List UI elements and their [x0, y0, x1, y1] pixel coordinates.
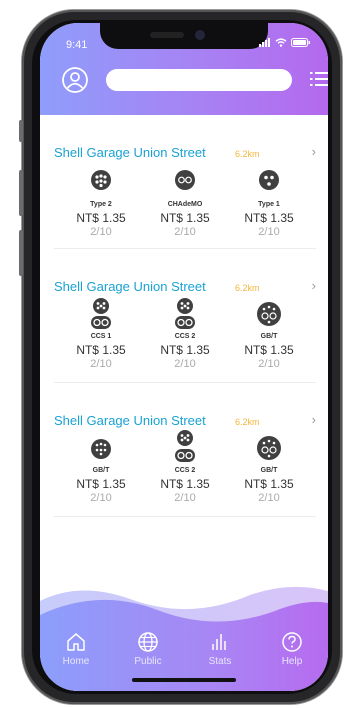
- type1-connector-icon: [259, 170, 279, 190]
- tab-label: Public: [134, 656, 162, 667]
- connector-item[interactable]: CCS 1 NT$ 1.35 2/10: [66, 297, 136, 370]
- speaker-grill: [150, 32, 184, 38]
- chademo-connector-icon: [175, 170, 195, 190]
- connector-item[interactable]: CCS 2 NT$ 1.35 2/10: [150, 297, 220, 370]
- tab-help[interactable]: Help: [262, 631, 322, 667]
- station-card[interactable]: Shell Garage Union Street 6.2km › CCS 1 …: [54, 249, 316, 383]
- connector-availability: 2/10: [90, 226, 112, 238]
- connector-type: GB/T: [260, 333, 278, 340]
- station-name[interactable]: Shell Garage Union Street: [54, 413, 206, 428]
- status-time: 9:41: [66, 39, 88, 51]
- search-input[interactable]: [106, 69, 292, 91]
- station-name[interactable]: Shell Garage Union Street: [54, 145, 206, 160]
- connector-price: NT$ 1.35: [244, 343, 294, 357]
- connector-price: NT$ 1.35: [76, 477, 126, 491]
- connector-availability: 2/10: [258, 226, 280, 238]
- station-card[interactable]: Shell Garage Union Street 6.2km › Type 2…: [54, 115, 316, 249]
- user-profile-icon[interactable]: [62, 67, 88, 93]
- gbt-connector-icon: [91, 439, 111, 459]
- bottom-nav-area: Home Public Stats Help: [40, 581, 328, 691]
- connector-price: NT$ 1.35: [76, 343, 126, 357]
- status-icons: [259, 38, 310, 47]
- connector-availability: 2/10: [174, 358, 196, 370]
- chevron-right-icon[interactable]: ›: [312, 144, 316, 159]
- connector-type: CCS 1: [90, 333, 112, 340]
- connector-price: NT$ 1.35: [244, 477, 294, 491]
- connector-item[interactable]: Type 1 NT$ 1.35 2/10: [234, 169, 304, 238]
- connector-type: Type 1: [258, 201, 280, 208]
- connector-availability: 2/10: [90, 492, 112, 504]
- chevron-right-icon[interactable]: ›: [312, 412, 316, 427]
- connector-availability: 2/10: [174, 492, 196, 504]
- ccs-connector-icon: [91, 298, 111, 329]
- connector-price: NT$ 1.35: [160, 343, 210, 357]
- connector-item[interactable]: GB/T NT$ 1.35 2/10: [66, 433, 136, 504]
- type2-connector-icon: [91, 170, 111, 190]
- app-header: 9:41: [40, 23, 328, 115]
- home-icon: [67, 633, 85, 651]
- station-distance: 6.2km: [235, 417, 260, 427]
- tab-label: Help: [281, 656, 303, 667]
- station-card[interactable]: Shell Garage Union Street 6.2km › GB/T N…: [54, 383, 316, 517]
- ccs-connector-icon: [175, 298, 195, 329]
- signal-icon: [259, 38, 270, 47]
- globe-icon: [138, 632, 158, 652]
- station-distance: 6.2km: [235, 283, 260, 293]
- connector-availability: 2/10: [90, 358, 112, 370]
- home-indicator[interactable]: [132, 678, 236, 682]
- volume-down-button: [19, 230, 23, 276]
- connector-price: NT$ 1.35: [160, 211, 210, 225]
- tab-home[interactable]: Home: [46, 631, 106, 667]
- help-icon: [282, 632, 302, 652]
- tab-public[interactable]: Public: [118, 631, 178, 667]
- connector-availability: 2/10: [258, 492, 280, 504]
- connector-price: NT$ 1.35: [244, 211, 294, 225]
- connector-type: CCS 2: [174, 333, 196, 340]
- chevron-right-icon[interactable]: ›: [312, 278, 316, 293]
- tab-label: Stats: [208, 656, 232, 667]
- connector-item[interactable]: CCS 2 NT$ 1.35 2/10: [150, 429, 220, 504]
- connector-item[interactable]: Type 2 NT$ 1.35 2/10: [66, 169, 136, 238]
- stats-icon: [212, 634, 226, 650]
- volume-up-button: [19, 170, 23, 216]
- connector-price: NT$ 1.35: [160, 477, 210, 491]
- station-distance: 6.2km: [235, 149, 260, 159]
- connector-item[interactable]: GB/T NT$ 1.35 2/10: [234, 431, 304, 504]
- station-name[interactable]: Shell Garage Union Street: [54, 279, 206, 294]
- connector-item[interactable]: CHAdeMO NT$ 1.35 2/10: [150, 169, 220, 238]
- connector-type: CCS 2: [174, 467, 196, 474]
- front-camera: [195, 30, 205, 40]
- connector-type: GB/T: [92, 467, 110, 474]
- connector-type: GB/T: [260, 467, 278, 474]
- notch: [100, 23, 268, 49]
- gbt-connector-icon: [257, 302, 281, 326]
- connector-type: CHAdeMO: [167, 201, 203, 208]
- tab-bar: Home Public Stats Help: [40, 631, 328, 667]
- connector-availability: 2/10: [174, 226, 196, 238]
- connector-item[interactable]: GB/T NT$ 1.35 2/10: [234, 297, 304, 370]
- wifi-icon: [275, 38, 287, 47]
- connector-price: NT$ 1.35: [76, 211, 126, 225]
- app-screen: 9:41 Shell Garage Union Street 6.2km › T…: [40, 23, 328, 691]
- connector-availability: 2/10: [258, 358, 280, 370]
- list-menu-icon[interactable]: [310, 70, 328, 88]
- mute-switch: [19, 120, 23, 142]
- tab-label: Home: [62, 656, 90, 667]
- gbt-connector-icon: [257, 436, 281, 460]
- battery-icon: [291, 38, 310, 47]
- ccs-connector-icon: [175, 430, 195, 462]
- connector-type: Type 2: [90, 201, 112, 208]
- tab-stats[interactable]: Stats: [190, 631, 250, 667]
